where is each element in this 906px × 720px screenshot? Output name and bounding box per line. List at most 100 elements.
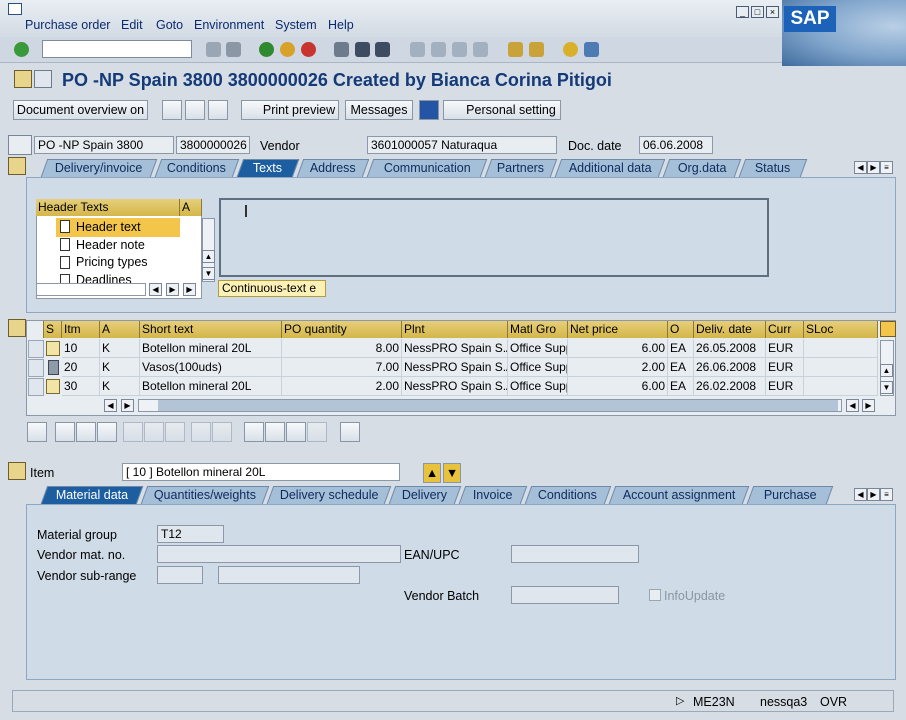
maximize-icon[interactable]: □ xyxy=(751,6,764,18)
other-po-icon[interactable] xyxy=(34,70,52,88)
exit-icon[interactable] xyxy=(280,42,295,57)
tab-scroll-right-icon[interactable]: ▶ xyxy=(867,488,880,501)
row-selector[interactable] xyxy=(28,359,44,377)
cart-icon[interactable] xyxy=(8,135,32,155)
expand-icon[interactable] xyxy=(55,422,75,442)
cell-sloc[interactable] xyxy=(804,358,878,377)
tab-communication[interactable]: Communication xyxy=(366,159,488,177)
print-preview-button[interactable]: Print preview xyxy=(241,100,339,120)
material-group-field[interactable]: T12 xyxy=(157,525,224,543)
total-icon[interactable] xyxy=(307,422,327,442)
scroll-left-icon[interactable]: ◀ xyxy=(149,283,162,296)
cell-quantity[interactable]: 7.00 xyxy=(282,358,402,377)
tab-list-icon[interactable]: ≡ xyxy=(880,161,893,174)
list-hscrollbar[interactable] xyxy=(36,283,146,296)
scroll-right-icon[interactable]: ▶ xyxy=(166,283,179,296)
cell-currency[interactable]: EUR xyxy=(766,358,804,377)
cell-quantity[interactable]: 2.00 xyxy=(282,377,402,396)
display-change-icon[interactable] xyxy=(14,70,32,88)
scroll-end-icon[interactable]: ▶ xyxy=(183,283,196,296)
shortcut-icon[interactable] xyxy=(529,42,544,57)
cell-currency[interactable]: EUR xyxy=(766,339,804,358)
back-arrow-icon[interactable] xyxy=(206,42,221,57)
status-expand-icon[interactable]: ▷ xyxy=(676,694,685,708)
cell-matl-group[interactable]: Office Supp xyxy=(508,377,568,396)
row-selector[interactable] xyxy=(28,378,44,396)
cell-net-price[interactable]: 6.00 xyxy=(568,377,668,396)
help-icon[interactable] xyxy=(563,42,578,57)
tab-texts[interactable]: Texts xyxy=(236,159,300,177)
cell-deliv-date[interactable]: 26.05.2008 xyxy=(694,339,766,358)
tab-scroll-left-icon[interactable]: ◀ xyxy=(854,488,867,501)
cell-deliv-date[interactable]: 26.06.2008 xyxy=(694,358,766,377)
cell-short-text[interactable]: Botellon mineral 20L xyxy=(140,339,282,358)
tab-material-data[interactable]: Material data xyxy=(40,486,144,504)
default-values-icon[interactable] xyxy=(340,422,360,442)
grid-header-currency[interactable]: Curr xyxy=(766,321,804,338)
row-selector[interactable] xyxy=(28,340,44,358)
vendor-mat-no-field[interactable] xyxy=(157,545,401,563)
cell-item[interactable]: 30 xyxy=(62,377,100,396)
last-page-icon[interactable] xyxy=(473,42,488,57)
vendor-sub-range-text-field[interactable] xyxy=(218,566,360,584)
infoupdate-checkbox[interactable] xyxy=(649,589,661,601)
scroll-down-icon[interactable]: ▼ xyxy=(202,267,215,280)
tab-account-assignment[interactable]: Account assignment xyxy=(608,486,750,504)
cell-order-unit[interactable]: EA xyxy=(668,358,694,377)
header-collapse-icon[interactable] xyxy=(8,157,26,175)
po-number-field[interactable]: 3800000026 xyxy=(176,136,250,154)
new-session-icon[interactable] xyxy=(508,42,523,57)
tab-conditions[interactable]: Conditions xyxy=(154,159,240,177)
tab-additional-data[interactable]: Additional data xyxy=(554,159,666,177)
grid-header-plant[interactable]: Plnt xyxy=(402,321,508,338)
grid-header-net-price[interactable]: Net price xyxy=(568,321,668,338)
find-icon[interactable] xyxy=(355,42,370,57)
close-window-icon[interactable]: × xyxy=(766,6,779,18)
change-icon[interactable] xyxy=(185,100,205,120)
cell-account[interactable]: K xyxy=(100,358,140,377)
tab-invoice[interactable]: Invoice xyxy=(458,486,528,504)
vendor-sub-range-field[interactable] xyxy=(157,566,203,584)
cell-order-unit[interactable]: EA xyxy=(668,377,694,396)
menu-environment[interactable]: Environment xyxy=(194,18,264,32)
details-icon[interactable] xyxy=(27,422,47,442)
sort-icon[interactable] xyxy=(244,422,264,442)
cell-deliv-date[interactable]: 26.02.2008 xyxy=(694,377,766,396)
menu-purchase-order[interactable]: Purchase order xyxy=(25,18,110,32)
split-icon[interactable] xyxy=(212,422,232,442)
save-icon[interactable] xyxy=(226,42,241,57)
grid-hscroll-thumb[interactable] xyxy=(158,400,838,411)
document-overview-button[interactable]: Document overview on xyxy=(13,100,148,120)
grid-header-sloc[interactable]: SLoc xyxy=(804,321,878,338)
grid-header-itm[interactable]: Itm xyxy=(62,321,100,338)
menu-help[interactable]: Help xyxy=(328,18,354,32)
tab-address[interactable]: Address xyxy=(296,159,370,177)
cell-sloc[interactable] xyxy=(804,377,878,396)
list-item[interactable]: Header text xyxy=(76,220,141,234)
copy-icon[interactable] xyxy=(191,422,211,442)
cell-quantity[interactable]: 8.00 xyxy=(282,339,402,358)
previous-item-icon[interactable]: ▲ xyxy=(423,463,441,483)
first-page-icon[interactable] xyxy=(410,42,425,57)
menu-edit[interactable]: Edit xyxy=(121,18,143,32)
tab-quantities-weights[interactable]: Quantities/weights xyxy=(140,486,270,504)
cell-order-unit[interactable]: EA xyxy=(668,339,694,358)
scroll-right-icon[interactable]: ▶ xyxy=(862,399,875,412)
cell-matl-group[interactable]: Office Supp xyxy=(508,358,568,377)
tab-delivery-invoice[interactable]: Delivery/invoice xyxy=(40,159,158,177)
grid-header-po-quantity[interactable]: PO quantity xyxy=(282,321,402,338)
tab-scroll-left-icon[interactable]: ◀ xyxy=(854,161,867,174)
cell-net-price[interactable]: 6.00 xyxy=(568,339,668,358)
doc-date-field[interactable]: 06.06.2008 xyxy=(639,136,713,154)
list-item[interactable]: Pricing types xyxy=(76,255,148,269)
personal-setting-button[interactable]: Personal setting xyxy=(443,100,561,120)
scroll-right-icon[interactable]: ▶ xyxy=(121,399,134,412)
messages-button[interactable]: Messages xyxy=(345,100,413,120)
layout-menu-icon[interactable] xyxy=(584,42,599,57)
cell-item[interactable]: 20 xyxy=(62,358,100,377)
scroll-left-icon[interactable]: ◀ xyxy=(104,399,117,412)
next-page-icon[interactable] xyxy=(452,42,467,57)
po-type-field[interactable]: PO -NP Spain 3800 xyxy=(34,136,174,154)
previous-page-icon[interactable] xyxy=(431,42,446,57)
tab-partners[interactable]: Partners xyxy=(484,159,558,177)
